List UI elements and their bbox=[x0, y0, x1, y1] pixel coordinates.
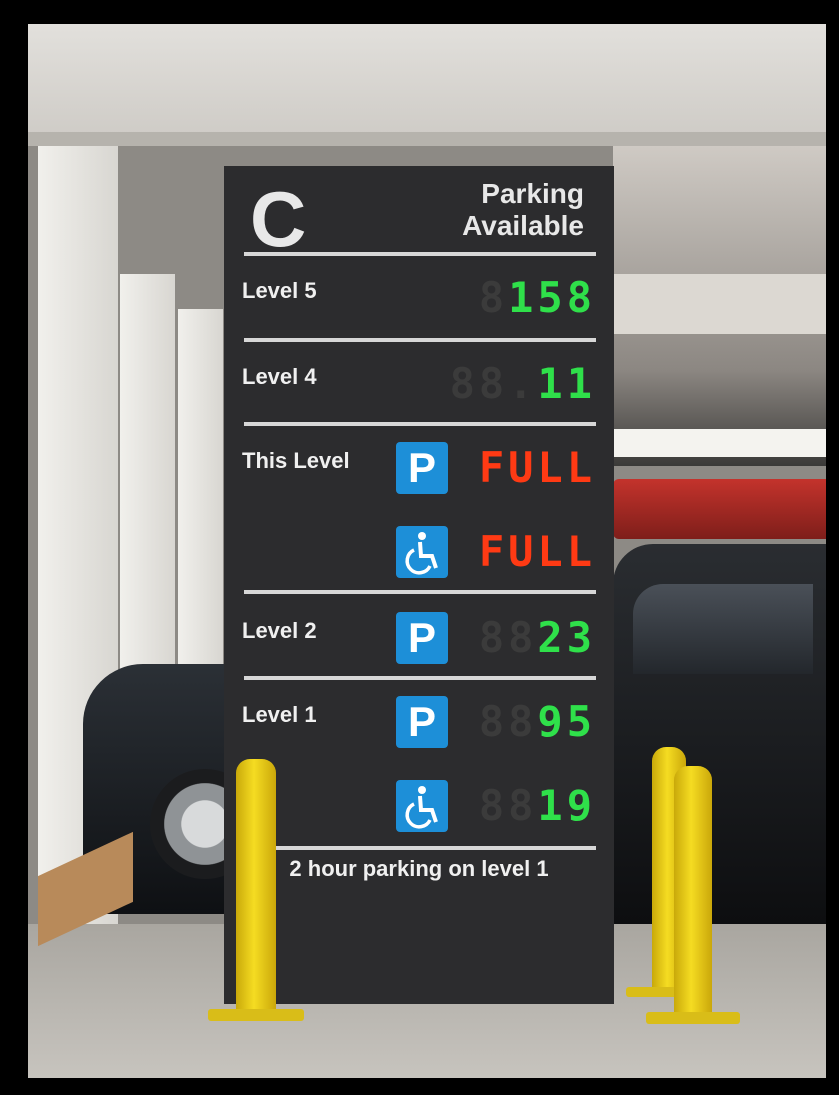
level1-accessible-display: 8819 bbox=[479, 782, 596, 830]
divider bbox=[244, 590, 596, 594]
bollard-base bbox=[208, 1009, 304, 1021]
parking-icon: P bbox=[396, 696, 448, 748]
available-count: 158 bbox=[508, 273, 596, 322]
yellow-bollard bbox=[236, 759, 276, 1014]
garage-ceiling bbox=[28, 24, 826, 134]
header-line1: Parking bbox=[481, 178, 584, 209]
bollard-base bbox=[646, 1012, 740, 1024]
car-window bbox=[633, 584, 813, 674]
level-label: Level 5 bbox=[242, 278, 317, 303]
concrete-pillar bbox=[120, 274, 175, 674]
header-line2: Available bbox=[462, 210, 584, 241]
sign-footer: 2 hour parking on level 1 bbox=[289, 856, 549, 881]
yellow-bollard bbox=[674, 766, 712, 1016]
unlit-digits: 88. bbox=[449, 359, 538, 408]
divider bbox=[244, 676, 596, 680]
available-count: 11 bbox=[537, 359, 596, 408]
ceiling-beam bbox=[28, 132, 826, 146]
wheelchair-icon bbox=[396, 526, 448, 578]
available-count: 23 bbox=[537, 613, 596, 662]
parking-sign: C Parking Available Level 5 8158 Level 4… bbox=[224, 166, 614, 1004]
available-count: 19 bbox=[537, 781, 596, 830]
level1-display: 8895 bbox=[479, 698, 596, 746]
available-count: 95 bbox=[537, 697, 596, 746]
level2-display: 8823 bbox=[479, 614, 596, 662]
divider bbox=[244, 846, 596, 850]
light-strip bbox=[613, 429, 826, 457]
level4-display: 88.11 bbox=[450, 360, 596, 408]
full-indicator: FULL bbox=[478, 527, 596, 576]
photo-frame: C Parking Available Level 5 8158 Level 4… bbox=[28, 24, 826, 1078]
level5-display: 8158 bbox=[479, 274, 596, 322]
unlit-digits: 88 bbox=[478, 613, 538, 662]
level-label: This Level bbox=[242, 448, 350, 473]
level-label: Level 1 bbox=[242, 702, 317, 727]
wheelchair-icon bbox=[396, 780, 448, 832]
divider bbox=[244, 422, 596, 426]
sign-header: Parking Available bbox=[424, 178, 584, 242]
concrete-beam bbox=[613, 274, 826, 334]
level-label: Level 2 bbox=[242, 618, 317, 643]
red-car bbox=[613, 479, 826, 539]
full-indicator: FULL bbox=[478, 443, 596, 492]
black-car bbox=[613, 544, 826, 924]
concrete-pillar bbox=[178, 309, 223, 669]
parking-icon: P bbox=[396, 442, 448, 494]
unlit-digits: 88 bbox=[478, 781, 538, 830]
parking-icon: P bbox=[396, 612, 448, 664]
unlit-digits: 8 bbox=[478, 273, 509, 322]
level-label: Level 4 bbox=[242, 364, 317, 389]
divider bbox=[244, 338, 596, 342]
unlit-digits: 88 bbox=[478, 697, 538, 746]
divider bbox=[244, 252, 596, 256]
